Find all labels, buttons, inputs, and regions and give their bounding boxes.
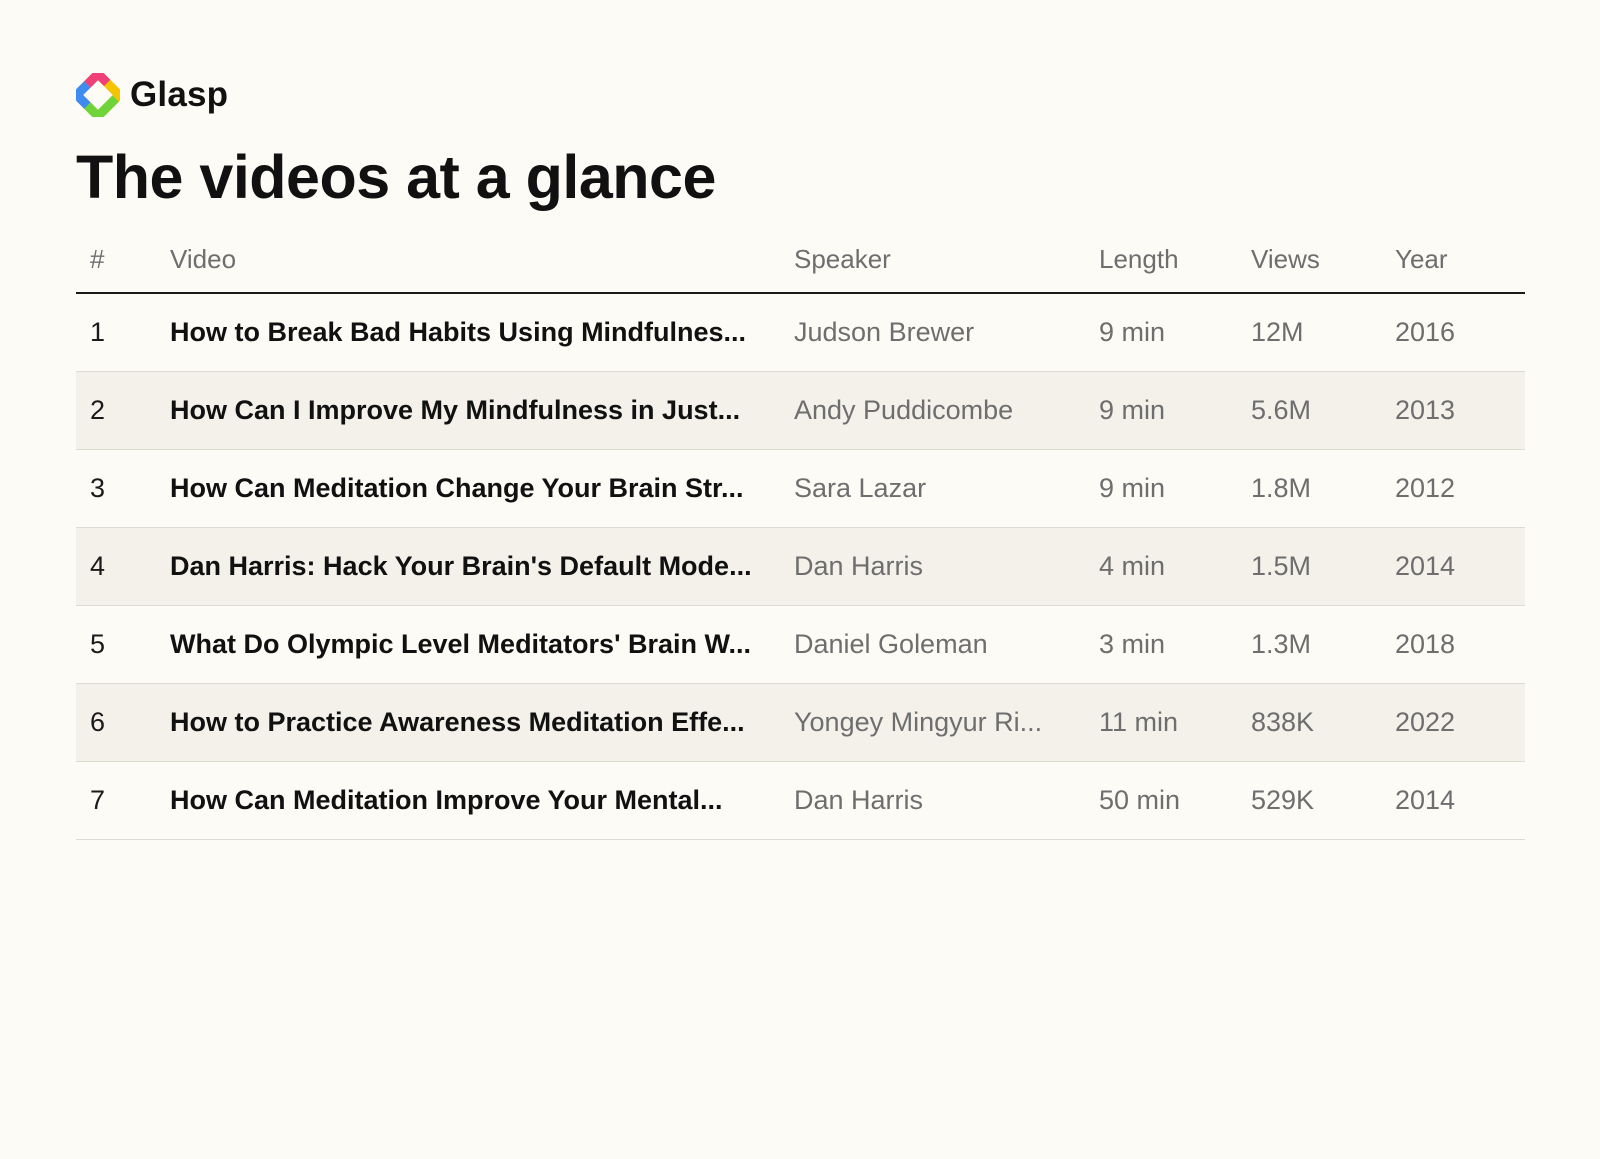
cell-year: 2014	[1381, 527, 1525, 606]
videos-table: # Video Speaker Length Views Year 1 How to Bre…	[76, 230, 1525, 840]
cell-number: 6	[76, 683, 156, 762]
brand-name: Glasp	[130, 75, 229, 114]
cell-length: 4 min	[1085, 527, 1237, 606]
header-year: Year	[1381, 230, 1525, 294]
cell-views: 1.3M	[1237, 605, 1381, 684]
cell-length: 9 min	[1085, 293, 1237, 372]
table-row[interactable]: 5 What Do Olympic Level Meditators' Brain…	[76, 605, 1525, 684]
cell-video[interactable]: How to Practice Awareness Meditation Eff…	[156, 683, 780, 762]
header-number: #	[76, 230, 156, 294]
cell-speaker: Dan Harris	[780, 527, 1085, 606]
cell-speaker: Yongey Mingyur Ri...	[780, 683, 1085, 762]
cell-number: 1	[76, 293, 156, 372]
cell-video[interactable]: How Can I Improve My Mindfulness in Just…	[156, 371, 780, 450]
cell-views: 1.8M	[1237, 449, 1381, 528]
cell-video[interactable]: Dan Harris: Hack Your Brain's Default Mo…	[156, 527, 780, 606]
cell-number: 4	[76, 527, 156, 606]
cell-speaker: Daniel Goleman	[780, 605, 1085, 684]
header-length: Length	[1085, 230, 1237, 294]
cell-speaker: Andy Puddicombe	[780, 371, 1085, 450]
cell-speaker: Dan Harris	[780, 761, 1085, 840]
cell-year: 2022	[1381, 683, 1525, 762]
cell-number: 7	[76, 761, 156, 840]
cell-views: 838K	[1237, 683, 1381, 762]
cell-video[interactable]: What Do Olympic Level Meditators' Brain …	[156, 605, 780, 684]
cell-number: 3	[76, 449, 156, 528]
cell-speaker: Sara Lazar	[780, 449, 1085, 528]
cell-speaker: Judson Brewer	[780, 293, 1085, 372]
table-row[interactable]: 6 How to Practice Awareness Meditation Ef…	[76, 683, 1525, 762]
cell-number: 2	[76, 371, 156, 450]
cell-video[interactable]: How Can Meditation Change Your Brain Str…	[156, 449, 780, 528]
cell-views: 5.6M	[1237, 371, 1381, 450]
header-row: # Video Speaker Length Views Year	[76, 230, 1525, 294]
table-row[interactable]: 3 How Can Meditation Change Your Brain St…	[76, 449, 1525, 528]
cell-length: 9 min	[1085, 371, 1237, 450]
page: Glasp The videos at a glance # Video Speak…	[76, 72, 1525, 840]
cell-views: 1.5M	[1237, 527, 1381, 606]
cell-length: 50 min	[1085, 761, 1237, 840]
page-title: The videos at a glance	[76, 143, 716, 211]
cell-video[interactable]: How Can Meditation Improve Your Mental..…	[156, 761, 780, 840]
cell-year: 2018	[1381, 605, 1525, 684]
cell-views: 12M	[1237, 293, 1381, 372]
table-body: 1 How to Break Bad Habits Using Mindfulne…	[76, 293, 1525, 840]
cell-video[interactable]: How to Break Bad Habits Using Mindfulnes…	[156, 293, 780, 372]
header-views: Views	[1237, 230, 1381, 294]
table-row[interactable]: 7 How Can Meditation Improve Your Mental.…	[76, 761, 1525, 840]
cell-length: 11 min	[1085, 683, 1237, 762]
cell-length: 9 min	[1085, 449, 1237, 528]
header-speaker: Speaker	[780, 230, 1085, 294]
table-header: # Video Speaker Length Views Year	[76, 230, 1525, 294]
table-row[interactable]: 2 How Can I Improve My Mindfulness in Jus…	[76, 371, 1525, 450]
cell-number: 5	[76, 605, 156, 684]
cell-year: 2016	[1381, 293, 1525, 372]
header-video: Video	[156, 230, 780, 294]
glasp-logo-icon	[76, 73, 120, 117]
cell-length: 3 min	[1085, 605, 1237, 684]
cell-views: 529K	[1237, 761, 1381, 840]
brand-header: Glasp	[76, 72, 1525, 118]
cell-year: 2014	[1381, 761, 1525, 840]
table-row[interactable]: 1 How to Break Bad Habits Using Mindfulne…	[76, 293, 1525, 372]
cell-year: 2013	[1381, 371, 1525, 450]
cell-year: 2012	[1381, 449, 1525, 528]
table-row[interactable]: 4 Dan Harris: Hack Your Brain's Default M…	[76, 527, 1525, 606]
